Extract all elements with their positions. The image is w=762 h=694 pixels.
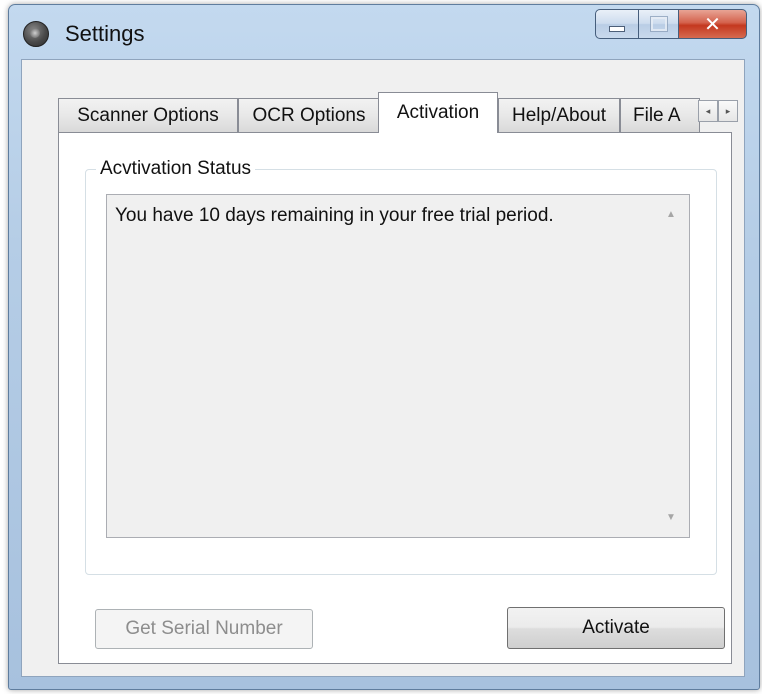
title-bar[interactable]: Settings ✕	[9, 5, 759, 59]
maximize-icon	[650, 17, 667, 31]
window-title: Settings	[65, 21, 145, 46]
group-label: Acvtivation Status	[96, 158, 256, 180]
button-label: Activate	[582, 617, 650, 638]
scroll-up-icon[interactable]: ▲	[666, 209, 676, 220]
tab-scanner-options[interactable]: Scanner Options	[58, 98, 238, 132]
activate-button[interactable]: Activate	[507, 607, 725, 649]
activation-tab-panel: Acvtivation Status You have 10 days rema…	[58, 132, 732, 664]
tab-label: OCR Options	[252, 104, 366, 126]
button-label: Get Serial Number	[125, 618, 283, 639]
tab-label: File A	[633, 104, 681, 126]
settings-window: Settings ✕ Scanner Options OCR Options A…	[8, 4, 760, 690]
close-icon: ✕	[704, 13, 721, 36]
arrow-left-icon: ◂	[705, 105, 711, 116]
client-area: Scanner Options OCR Options Activation H…	[21, 59, 745, 677]
tab-scroll-left-button[interactable]: ◂	[698, 100, 718, 122]
tab-scroll-right-button[interactable]: ▸	[718, 100, 738, 122]
close-button[interactable]: ✕	[679, 9, 747, 39]
vertical-scrollbar[interactable]: ▲ ▼	[655, 195, 689, 537]
activation-status-group: Acvtivation Status You have 10 days rema…	[85, 158, 717, 575]
tab-file-a[interactable]: File A	[620, 98, 700, 132]
activation-status-textbox[interactable]: You have 10 days remaining in your free …	[106, 194, 690, 538]
tab-label: Help/About	[511, 104, 606, 126]
maximize-button[interactable]	[639, 9, 679, 39]
tab-ocr-options[interactable]: OCR Options	[238, 98, 380, 132]
scroll-down-icon[interactable]: ▼	[666, 512, 676, 523]
tab-help-about[interactable]: Help/About	[498, 98, 620, 132]
caption-buttons: ✕	[595, 9, 747, 41]
get-serial-number-button[interactable]: Get Serial Number	[95, 609, 313, 649]
minimize-button[interactable]	[595, 9, 639, 39]
tab-activation[interactable]: Activation	[378, 92, 498, 133]
tab-label: Scanner Options	[77, 104, 219, 126]
tab-label: Activation	[396, 102, 480, 123]
arrow-right-icon: ▸	[725, 105, 731, 116]
tab-scroll-buttons: ◂ ▸	[698, 100, 738, 122]
minimize-icon	[609, 26, 625, 32]
status-text: You have 10 days remaining in your free …	[115, 205, 554, 226]
scanner-app-icon[interactable]	[23, 21, 49, 47]
